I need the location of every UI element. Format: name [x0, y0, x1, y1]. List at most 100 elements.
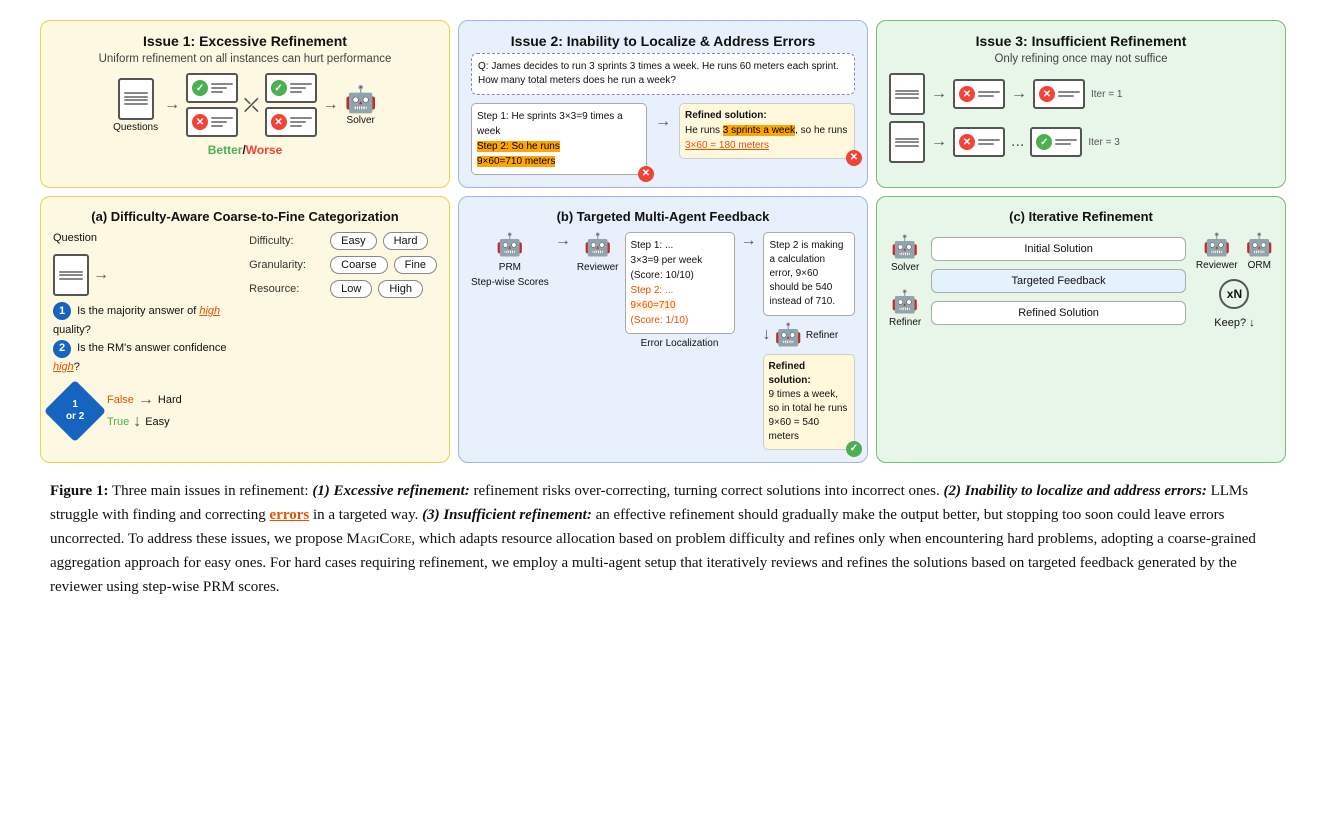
diamond-label: 1or 2: [66, 399, 84, 423]
pb-reviewer-label: Reviewer: [577, 262, 619, 273]
issue2-step-box: Step 1: He sprints 3×3=9 times a week St…: [471, 103, 647, 175]
pb-refiner-row: ↓ 🤖 Refiner: [763, 322, 856, 348]
pa-q1-end: quality?: [53, 324, 91, 336]
pc-solver-box: 🤖 Solver: [891, 234, 919, 273]
pb-arrow1-icon: →: [555, 232, 571, 250]
pa-q2-end: ?: [74, 361, 80, 373]
q1-number-icon: 1: [53, 302, 71, 320]
true-label: True: [107, 416, 129, 428]
issue2-question: Q: James decides to run 3 sprints 3 time…: [471, 53, 855, 95]
iter3-green-icon: ✓: [1036, 134, 1052, 150]
caption-issue2-italic: (2) Inability to localize and address er…: [944, 483, 1207, 499]
pb-stepwise-label: Step-wise Scores: [471, 277, 549, 288]
pc-refiner-icon: 🤖: [891, 289, 918, 315]
pc-agents-col: 🤖 Solver 🤖 Refiner: [889, 234, 921, 328]
pa-q1-text: Is the majority answer of: [77, 305, 199, 317]
granularity-label: Granularity:: [249, 259, 324, 271]
caption-text2: refinement risks over-correcting, turnin…: [470, 483, 944, 499]
diamond-icon: 1or 2: [44, 380, 106, 442]
pa-q2-high: high: [53, 361, 74, 373]
pa-arrow-icon: →: [93, 266, 109, 284]
iter3-arrow-icon: →: [931, 133, 947, 151]
true-arrow-icon: ↓: [133, 413, 141, 431]
fine-btn[interactable]: Fine: [394, 256, 437, 274]
question-flow: →: [53, 254, 239, 296]
low-btn[interactable]: Low: [330, 280, 372, 298]
issue2-refined-content: He runs 3 sprints a week, so he runs 3×6…: [685, 123, 849, 153]
pb-scores-col: Step 1: ...3×3=9 per week(Score: 10/10) …: [625, 232, 735, 349]
iter1-label: Iter = 1: [1091, 89, 1131, 100]
iter1-result-doc: ✕: [1033, 79, 1085, 109]
xn-circle-icon: xN: [1219, 279, 1249, 309]
pb-feedback-box: Step 2 is making a calculation error, 9×…: [763, 232, 856, 316]
panel-a-left: Question → 1 Is the majority answer of h…: [53, 232, 239, 433]
red-x2-icon: ✕: [271, 114, 287, 130]
pb-down-arrow-icon: ↓: [763, 326, 771, 344]
panel-b: (b) Targeted Multi-Agent Feedback 🤖 PRM …: [458, 196, 868, 463]
refiner-robot-icon: 🤖: [775, 322, 802, 348]
pb-step1-text: Step 1: ...3×3=9 per week(Score: 10/10): [631, 238, 729, 283]
better-label: Better: [208, 143, 243, 157]
check-badge-icon: ✓: [846, 441, 862, 457]
pa-q2-text: Is the RM's answer confidence: [77, 342, 226, 354]
iter3-label: Iter = 3: [1088, 137, 1128, 148]
iter3-result-doc: ✓: [1030, 127, 1082, 157]
issue2-panel: Issue 2: Inability to Localize & Address…: [458, 20, 868, 188]
check-doc-wrong: ✕: [186, 107, 238, 137]
figure-caption: Figure 1: Three main issues in refinemen…: [40, 479, 1286, 599]
panel-a: (a) Difficulty-Aware Coarse-to-Fine Cate…: [40, 196, 450, 463]
pc-reviewer-box: 🤖 Reviewer: [1196, 232, 1238, 271]
caption-label: Figure 1:: [50, 483, 108, 499]
iter3-check-doc: ✕: [953, 127, 1005, 157]
high-btn[interactable]: High: [378, 280, 423, 298]
issue2-arrow-icon: →: [655, 113, 671, 131]
caption-text4: in a targeted way.: [309, 507, 422, 523]
easy-btn[interactable]: Easy: [330, 232, 376, 250]
issue1-title: Issue 1: Excessive Refinement: [53, 33, 437, 49]
panel-c: (c) Iterative Refinement 🤖 Solver 🤖 Refi…: [876, 196, 1286, 463]
iter1-arrow2-icon: →: [1011, 85, 1027, 103]
pc-initial-solution-box: Initial Solution: [931, 237, 1186, 261]
issue2-title: Issue 2: Inability to Localize & Address…: [471, 33, 855, 49]
iter3-red-icon: ✕: [959, 134, 975, 150]
top-panels-row: Issue 1: Excessive Refinement Uniform re…: [40, 20, 1286, 188]
true-branch: True ↓ Easy: [107, 413, 182, 431]
iter1-doc-icon: [889, 73, 925, 115]
pb-refined-title: Refined solution:: [769, 360, 850, 388]
panel-c-layout: 🤖 Solver 🤖 Refiner Initial Solution Targ…: [889, 232, 1273, 329]
coarse-btn[interactable]: Coarse: [330, 256, 387, 274]
issue1-panel: Issue 1: Excessive Refinement Uniform re…: [40, 20, 450, 188]
arrow2-icon: →: [323, 96, 339, 114]
hard-btn[interactable]: Hard: [383, 232, 429, 250]
issue2-refined-box: Refined solution: He runs 3 sprints a we…: [679, 103, 855, 159]
green-check2-icon: ✓: [271, 80, 287, 96]
pc-refined-solution-box: Refined Solution: [931, 301, 1186, 325]
panel-b-title: (b) Targeted Multi-Agent Feedback: [471, 209, 855, 224]
hard-label: Hard: [158, 394, 182, 406]
pb-arrow2-icon: →: [741, 232, 757, 250]
pb-error-label: Error Localization: [625, 338, 735, 349]
iter1-arrow-icon: →: [931, 85, 947, 103]
resource-row: Resource: Low High: [249, 280, 437, 298]
red-x-icon: ✕: [192, 114, 208, 130]
pc-solver-label: Solver: [891, 262, 919, 273]
bottom-panels-row: (a) Difficulty-Aware Coarse-to-Fine Cate…: [40, 196, 1286, 463]
pa-q2: 2 Is the RM's answer confidence high?: [53, 339, 239, 376]
refined-x-badge-icon: ✕: [846, 150, 862, 166]
pc-refiner-box: 🤖 Refiner: [889, 289, 921, 328]
resource-label: Resource:: [249, 283, 324, 295]
green-check-icon: ✓: [192, 80, 208, 96]
caption-text1: Three main issues in refinement:: [108, 483, 312, 499]
pb-refined-answer: Refined solution: 9 times a week, so in …: [763, 354, 856, 450]
caption-errors-word: errors: [270, 507, 310, 523]
panel-b-layout: 🤖 PRM Step-wise Scores → 🤖 Reviewer Step…: [471, 232, 855, 450]
question-label: Question: [53, 232, 239, 244]
issue3-panel: Issue 3: Insufficient Refinement Only re…: [876, 20, 1286, 188]
check-doc-refined-correct: ✓: [265, 73, 317, 103]
x-badge-icon: ✕: [638, 166, 654, 182]
pc-reviewer-icon: 🤖: [1203, 232, 1230, 258]
issue3-title: Issue 3: Insufficient Refinement: [889, 33, 1273, 49]
iter3-dots-icon: ...: [1011, 133, 1024, 151]
pb-right-col: Step 2 is making a calculation error, 9×…: [763, 232, 856, 450]
pb-left-col: 🤖 PRM Step-wise Scores: [471, 232, 549, 288]
